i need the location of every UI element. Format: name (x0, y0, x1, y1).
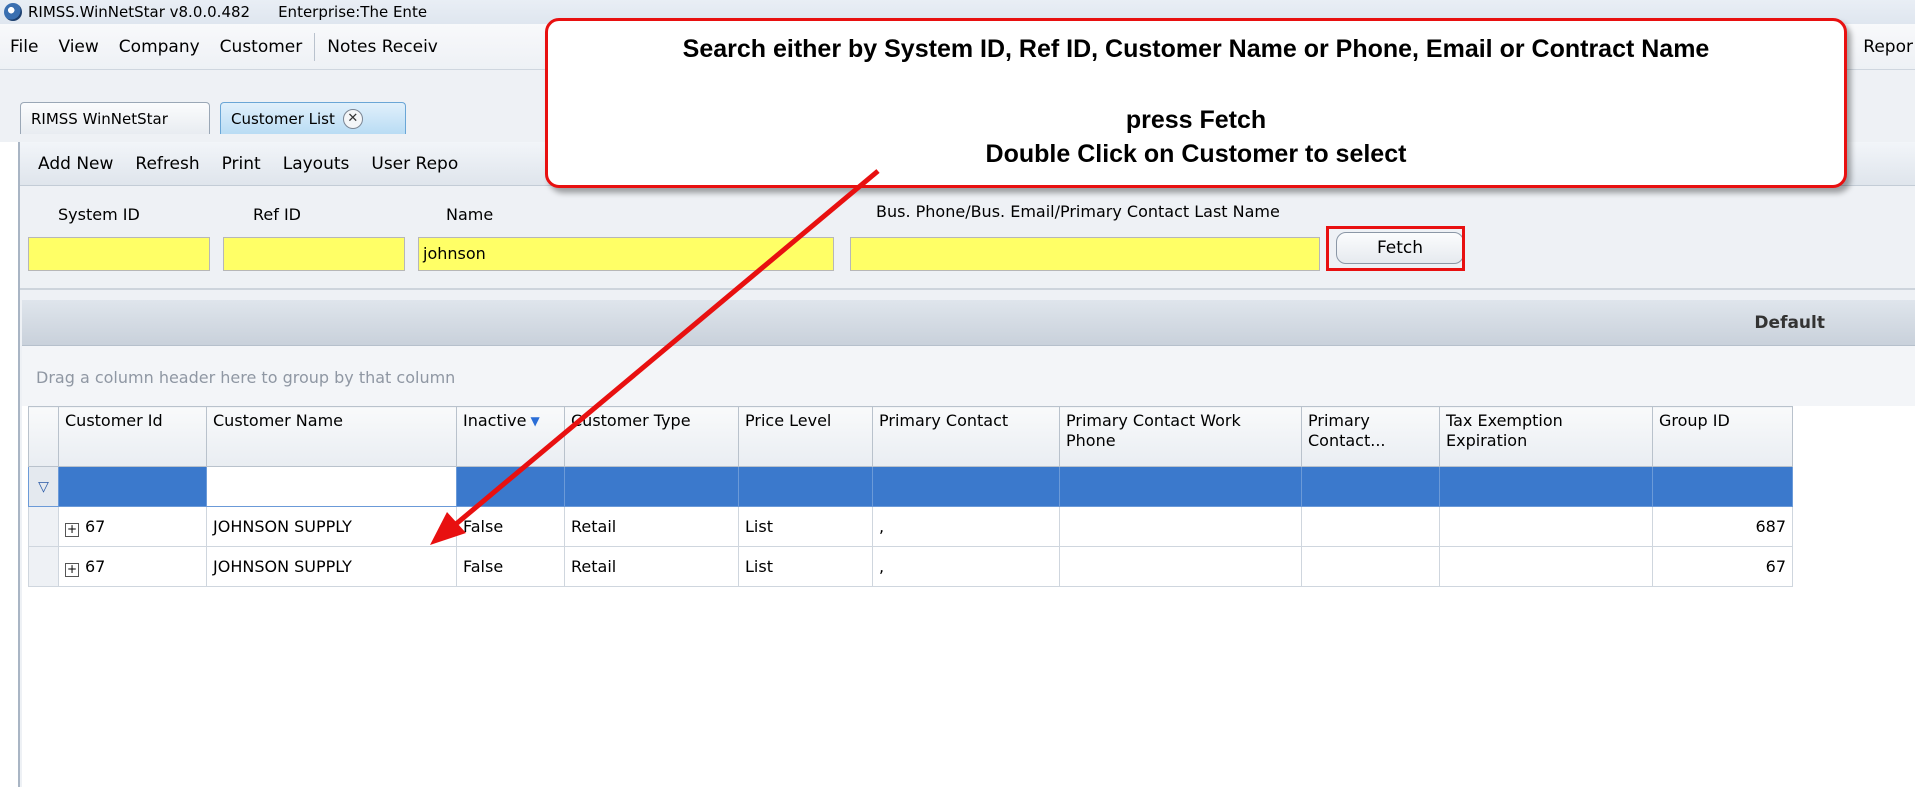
annotation-arrow (430, 169, 880, 545)
arrow-line (454, 169, 880, 526)
